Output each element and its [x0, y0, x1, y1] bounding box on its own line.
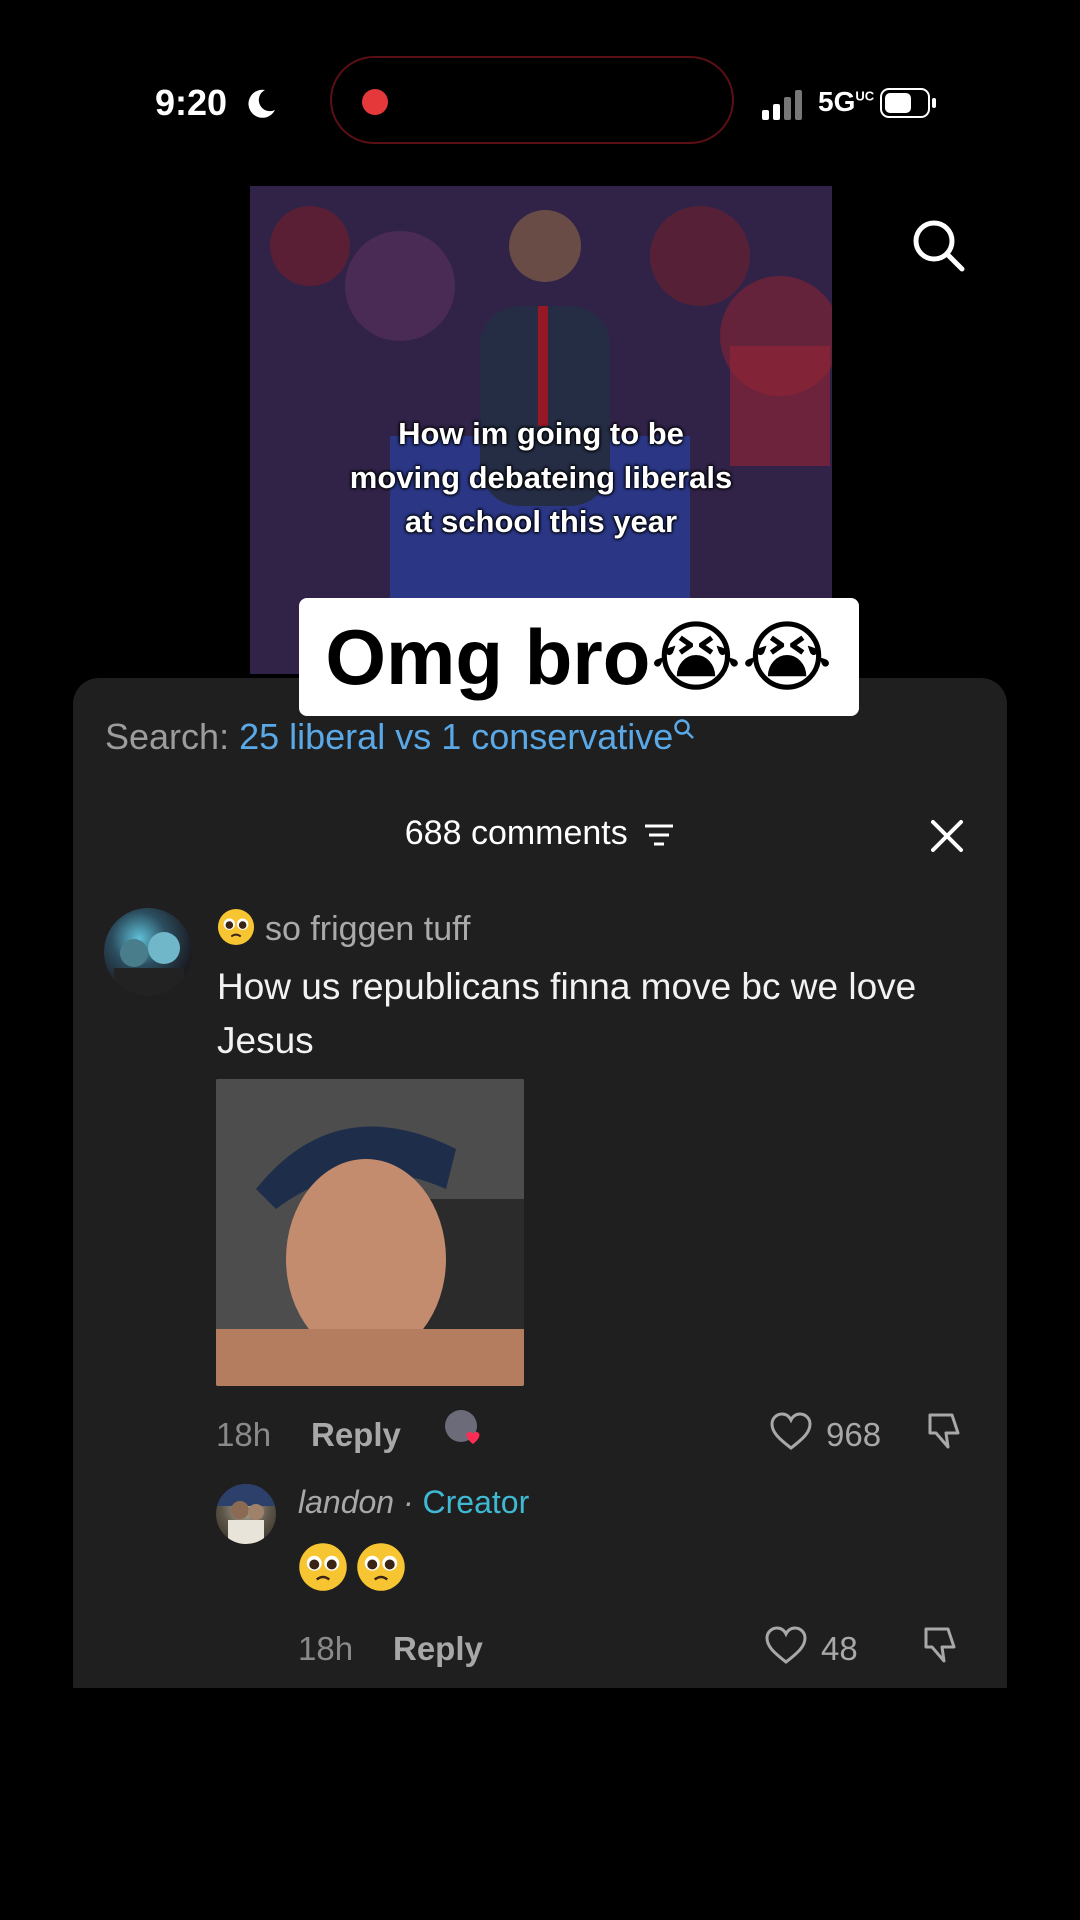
heart-icon[interactable]: [770, 1411, 812, 1451]
battery-icon: [880, 88, 936, 118]
network-type: 5GUC: [818, 86, 875, 117]
creator-badge: Creator: [422, 1484, 530, 1520]
comment-username[interactable]: so friggen tuff: [217, 908, 470, 949]
signal-icon: [762, 90, 802, 120]
status-time: 9:20: [155, 82, 228, 123]
pleading-face-emoji: [299, 1543, 347, 1591]
heart-icon[interactable]: [765, 1625, 807, 1665]
dislike-icon[interactable]: [920, 1623, 964, 1667]
search-suggestion[interactable]: Search: 25 liberal vs 1 conservative: [105, 716, 695, 758]
dislike-icon[interactable]: [924, 1409, 968, 1453]
recording-indicator: [362, 89, 388, 115]
avatar[interactable]: [216, 1484, 276, 1544]
creator-liked-icon: [445, 1410, 480, 1444]
search-icon[interactable]: [908, 215, 968, 275]
pleading-face-emoji: [357, 1543, 405, 1591]
comments-sheet: Search: 25 liberal vs 1 conservative 688…: [73, 678, 1007, 1688]
avatar[interactable]: [104, 908, 192, 996]
comment-time: 18h: [216, 1416, 272, 1453]
reply-username[interactable]: landon · Creator: [298, 1484, 529, 1521]
comment-text: How us republicans finna move bc we love…: [217, 966, 917, 1061]
reply-time: 18h: [298, 1630, 354, 1667]
video-caption: How im going to be moving debateing libe…: [349, 416, 733, 539]
search-icon: [674, 719, 695, 739]
sort-icon[interactable]: [643, 822, 675, 848]
search-query-link[interactable]: 25 liberal vs 1 conservative: [239, 716, 673, 757]
reply-button[interactable]: Reply: [393, 1630, 483, 1668]
comment-count: 688 comments: [404, 814, 628, 852]
search-label: Search:: [105, 716, 230, 757]
like-count: 48: [821, 1630, 858, 1667]
dynamic-island: [330, 56, 734, 144]
reply-button[interactable]: Reply: [311, 1416, 401, 1454]
text-sticker: Omg bro😭😭: [299, 598, 859, 716]
moon-icon: [248, 89, 275, 118]
reply-text: [298, 1542, 414, 1597]
like-count: 968: [826, 1416, 882, 1453]
comment-image[interactable]: [216, 1079, 524, 1386]
comment-count-header: 688 comments: [73, 814, 1007, 853]
close-icon[interactable]: [927, 816, 967, 856]
pleading-face-emoji: [217, 908, 255, 946]
